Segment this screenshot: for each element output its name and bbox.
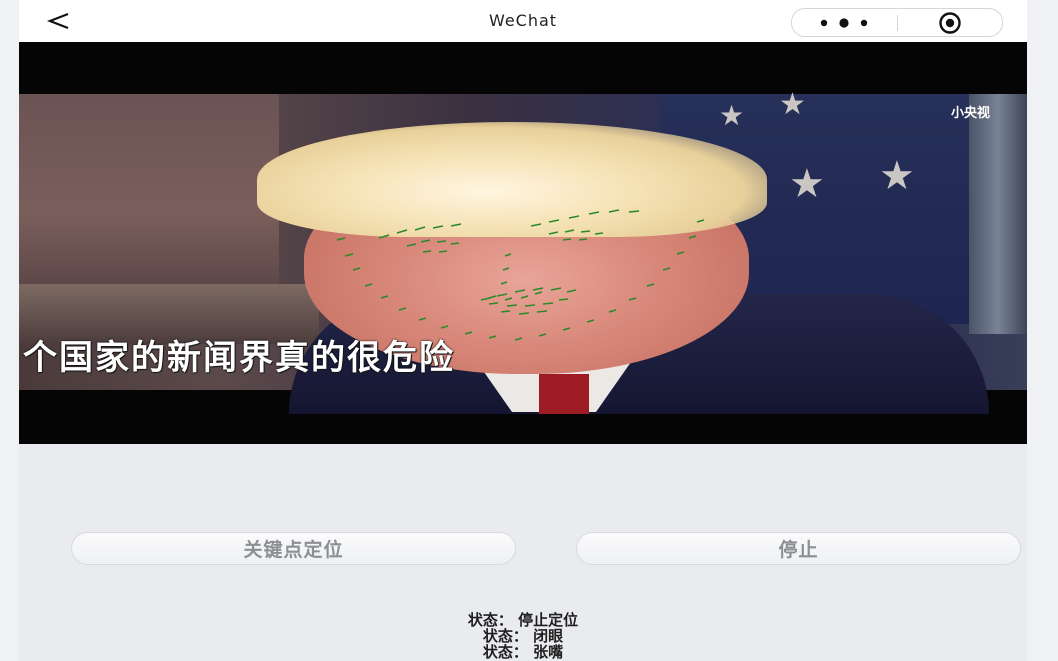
mini-program-screen: WeChat ★ ★ ★ ★ 小央视 个国家的新闻界真的很危险 关键点定位 停止… xyxy=(19,0,1027,661)
more-dots-icon xyxy=(821,17,868,28)
landmark-locate-button[interactable]: 关键点定位 xyxy=(71,532,516,565)
nav-bar: WeChat xyxy=(19,0,1027,42)
status-line-locate: 状态： 停止定位 xyxy=(467,611,579,629)
more-button[interactable] xyxy=(792,9,897,36)
landmark-points xyxy=(336,209,705,341)
camera-view: ★ ★ ★ ★ 小央视 个国家的新闻界真的很危险 xyxy=(19,42,1027,444)
target-circle-icon xyxy=(939,11,961,34)
stop-button[interactable]: 停止 xyxy=(576,532,1021,565)
status-line-eyes: 状态： 闭眼 xyxy=(482,627,564,645)
close-mini-program-button[interactable] xyxy=(898,9,1003,36)
status-line-mouth: 状态： 张嘴 xyxy=(482,643,564,661)
capsule-menu xyxy=(791,8,1003,37)
face-landmarks-overlay xyxy=(336,209,705,341)
